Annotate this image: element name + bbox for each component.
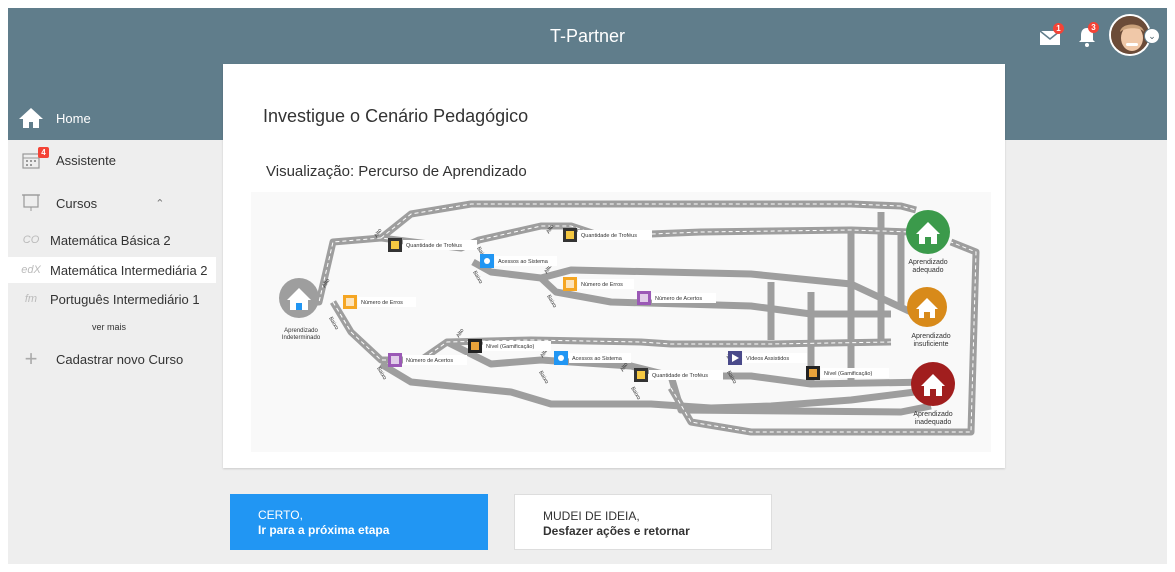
node-label: Número de Acertos <box>655 296 702 302</box>
see-more-link[interactable]: ver mais <box>92 322 126 332</box>
notifications-badge: 3 <box>1088 22 1099 33</box>
undo-return-button[interactable]: MUDEI DE IDEIA, Desfazer ações e retorna… <box>514 494 772 550</box>
futurelearn-logo: fm <box>24 293 38 305</box>
node-number-of-errors: Número de Erros <box>343 295 416 309</box>
course-label: Matemática Intermediária 2 <box>50 262 208 278</box>
branch-high-label: Alto <box>456 328 466 339</box>
node-trophies: Quantidade de Troféus <box>388 238 477 252</box>
sidebar-item-label: Home <box>56 110 91 126</box>
home-icon <box>14 107 48 129</box>
node-correct-answers: Número de Acertos <box>388 353 467 367</box>
branch-low-label: Baixo <box>327 316 339 331</box>
branch-low-label: Baixo <box>629 386 641 401</box>
confirm-button-line2: Ir para a próxima etapa <box>258 523 390 537</box>
sidebar-item-assistant[interactable]: 4 Assistente <box>8 147 216 172</box>
chevron-up-icon[interactable]: ⌃ <box>155 197 164 210</box>
mail-badge: 1 <box>1053 23 1064 34</box>
branch-low-label: Baixo <box>545 294 557 309</box>
app-frame: T-Partner 1 3 ⌄ Home 4 Assistente Cursos… <box>8 8 1167 564</box>
outcome-adequate <box>906 210 950 254</box>
node-label: Quantidade de Troféus <box>581 233 637 239</box>
branch-low-label: Baixo <box>471 270 483 285</box>
branch-low-label: Baixo <box>537 370 549 385</box>
node-label: Acessos ao Sistema <box>572 356 623 362</box>
sidebar-item-home[interactable]: Home <box>8 106 216 130</box>
undo-button-line2: Desfazer ações e retornar <box>543 524 690 538</box>
course-label: Português Intermediário 1 <box>50 291 200 307</box>
mail-button[interactable]: 1 <box>1039 23 1064 46</box>
presentation-icon <box>14 193 48 213</box>
outcome-label: inadequado <box>915 419 952 426</box>
node-label: Número de Acertos <box>406 358 453 364</box>
notifications-button[interactable]: 3 <box>1077 22 1099 48</box>
app-title: T-Partner <box>549 26 626 46</box>
node-label: Nível (Gamificação) <box>486 344 534 350</box>
node-system-access: Acessos ao Sistema <box>480 254 557 268</box>
node-label: Vídeos Assistidos <box>746 356 789 362</box>
course-item[interactable]: fm Português Intermediário 1 <box>8 286 216 312</box>
sidebar-item-courses[interactable]: Cursos ⌃ <box>8 191 216 215</box>
node-label: Quantidade de Troféus <box>652 373 708 379</box>
node-number-of-errors: Número de Erros <box>563 277 634 291</box>
page-title: Investigue o Cenário Pedagógico <box>263 106 529 126</box>
main-card: Investigue o Cenário Pedagógico Visualiz… <box>223 64 1005 468</box>
outcome-label: Aprendizado <box>913 411 952 418</box>
start-label: Aprendizado <box>284 328 318 334</box>
outcome-inadequate <box>911 362 955 406</box>
start-node <box>279 278 319 318</box>
node-videos-watched: Vídeos Assistidos <box>728 351 807 365</box>
course-item[interactable]: CO Matemática Básica 2 <box>8 227 216 253</box>
outcome-label: Aprendizado <box>908 259 947 266</box>
sidebar-item-label: Cadastrar novo Curso <box>56 351 184 367</box>
learning-path-map: Aprendizado Indeterminado Aprendizado ad… <box>251 192 991 452</box>
sidebar-item-label: Cursos <box>56 195 98 211</box>
node-system-access: Acessos ao Sistema <box>554 351 631 365</box>
edx-logo: edX <box>21 264 41 276</box>
outcome-label: adequado <box>912 267 943 274</box>
learning-path-svg: Aprendizado Indeterminado Aprendizado ad… <box>279 200 980 436</box>
node-label: Nível (Gamificação) <box>824 371 872 377</box>
calendar-icon: 4 <box>14 147 49 169</box>
node-correct-answers: Número de Acertos <box>637 291 716 305</box>
node-gamification-level: Nível (Gamificação) <box>806 366 889 380</box>
chevron-down-icon[interactable]: ⌄ <box>1144 28 1160 44</box>
node-label: Número de Erros <box>581 282 623 288</box>
coursera-logo: CO <box>22 234 40 246</box>
plus-icon: + <box>24 346 38 371</box>
course-item[interactable]: edX Matemática Intermediária 2 <box>8 257 216 283</box>
outcome-label: insuficiente <box>913 341 948 348</box>
node-label: Quantidade de Troféus <box>406 243 462 249</box>
add-course-button[interactable]: + Cadastrar novo Curso <box>8 346 216 371</box>
visualization-title: Visualização: Percurso de Aprendizado <box>266 163 527 180</box>
node-trophies: Quantidade de Troféus <box>634 368 723 382</box>
undo-button-line1: MUDEI DE IDEIA, <box>543 509 640 523</box>
node-label: Número de Erros <box>361 300 403 306</box>
outcome-label: Aprendizado <box>911 333 950 340</box>
start-label: Indeterminado <box>282 335 321 341</box>
node-trophies: Quantidade de Troféus <box>563 228 652 242</box>
outcome-insufficient <box>907 287 947 327</box>
confirm-button-line1: CERTO, <box>258 508 303 522</box>
sidebar-item-label: Assistente <box>56 152 116 168</box>
node-label: Acessos ao Sistema <box>498 259 549 265</box>
assistant-badge: 4 <box>38 147 49 158</box>
confirm-next-step-button[interactable]: CERTO, Ir para a próxima etapa <box>230 494 488 550</box>
node-gamification-level: Nível (Gamificação) <box>468 339 551 353</box>
course-label: Matemática Básica 2 <box>50 232 171 248</box>
